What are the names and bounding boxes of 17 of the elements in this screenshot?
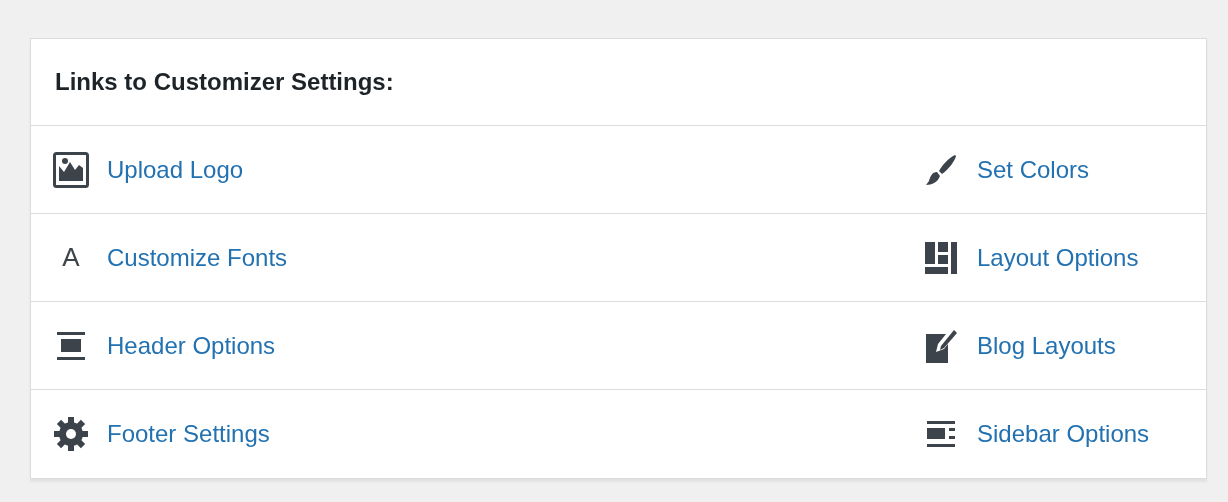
settings-link[interactable]: Header Options (107, 327, 276, 364)
sidebar-icon (926, 419, 956, 449)
settings-link[interactable]: Customize Fonts (107, 239, 288, 276)
settings-link[interactable]: Sidebar Options (977, 416, 1150, 452)
panel-title: Links to Customizer Settings: (55, 67, 394, 97)
settings-link[interactable]: Upload Logo (107, 151, 244, 188)
layout-icon (924, 240, 958, 275)
image-icon (53, 151, 89, 188)
header-icon (56, 330, 86, 361)
paintbrush-icon (924, 152, 958, 187)
gear-icon (53, 416, 89, 452)
edit-icon (924, 327, 958, 364)
settings-link[interactable]: Set Colors (977, 151, 1090, 188)
settings-link[interactable]: Footer Settings (107, 416, 270, 452)
settings-link[interactable]: Layout Options (977, 239, 1139, 276)
font-icon: A (53, 238, 89, 277)
settings-link[interactable]: Blog Layouts (977, 327, 1116, 364)
